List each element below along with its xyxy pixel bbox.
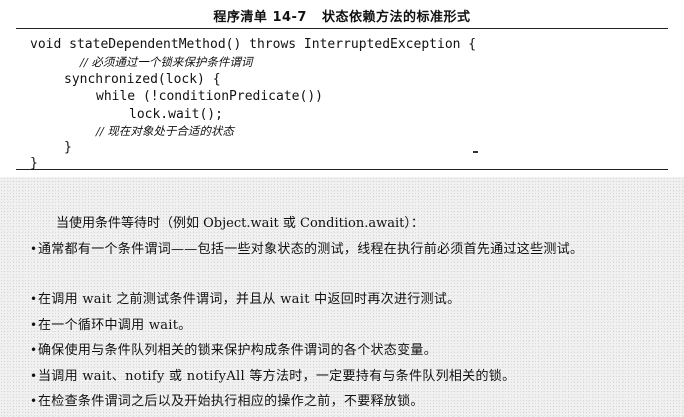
code-line-comment-state: // 现在对象处于合适的状态 [96, 124, 234, 138]
listing-title: 程序清单 14-7 状态依赖方法的标准形式 [213, 10, 471, 25]
bullet-icon: • [30, 292, 38, 306]
list-item-text: 在检查条件谓词之后以及开始执行相应的操作之前，不要释放锁。 [38, 394, 424, 409]
list-item-text: 通常都有一个条件谓词——包括一些对象状态的测试，线程在执行前必须首先通过这些测试… [38, 242, 584, 257]
list-item: • 当调用 wait、notify 或 notifyAll 等方法时，一定要持有… [30, 366, 670, 387]
bullet-icon: • [30, 369, 38, 383]
list-item-text: 确保使用与条件队列相关的锁来保护构成条件谓词的各个状态变量。 [38, 343, 438, 358]
code-line-close-sync: } [64, 140, 72, 155]
intro-paragraph: 当使用条件等待时（例如 Object.wait 或 Condition.awai… [56, 216, 424, 231]
list-item: • 通常都有一个条件谓词——包括一些对象状态的测试，线程在执行前必须首先通过这些… [30, 239, 670, 260]
code-line-close-method: } [30, 156, 38, 171]
code-line-comment-lock: // 必须通过一个锁来保护条件谓词 [80, 55, 253, 69]
list-item: • 确保使用与条件队列相关的锁来保护构成条件谓词的各个状态变量。 [30, 340, 670, 361]
list-item: • 在调用 wait 之前测试条件谓词，并且从 wait 中返回时再次进行测试。 [30, 289, 670, 310]
list-item-text: 在调用 wait 之前测试条件谓词，并且从 wait 中返回时再次进行测试。 [38, 292, 461, 307]
list-item-text: 当调用 wait、notify 或 notifyAll 等方法时，一定要持有与条… [38, 369, 516, 384]
bullet-icon: • [30, 343, 38, 357]
code-line-while: while (!conditionPredicate()) [96, 89, 323, 104]
list-item: • 在检查条件谓词之后以及开始执行相应的操作之前，不要释放锁。 [30, 391, 670, 412]
print-mark [473, 151, 478, 153]
code-listing: void stateDependentMethod() throws Inter… [16, 28, 668, 171]
bullet-icon: • [30, 394, 38, 408]
list-item-text: 在一个循环中调用 wait。 [38, 318, 192, 333]
body-text: 当使用条件等待时（例如 Object.wait 或 Condition.awai… [0, 177, 684, 417]
bullet-icon: • [30, 242, 38, 256]
bullet-icon: • [30, 318, 38, 332]
list-item: • 在一个循环中调用 wait。 [30, 315, 670, 336]
